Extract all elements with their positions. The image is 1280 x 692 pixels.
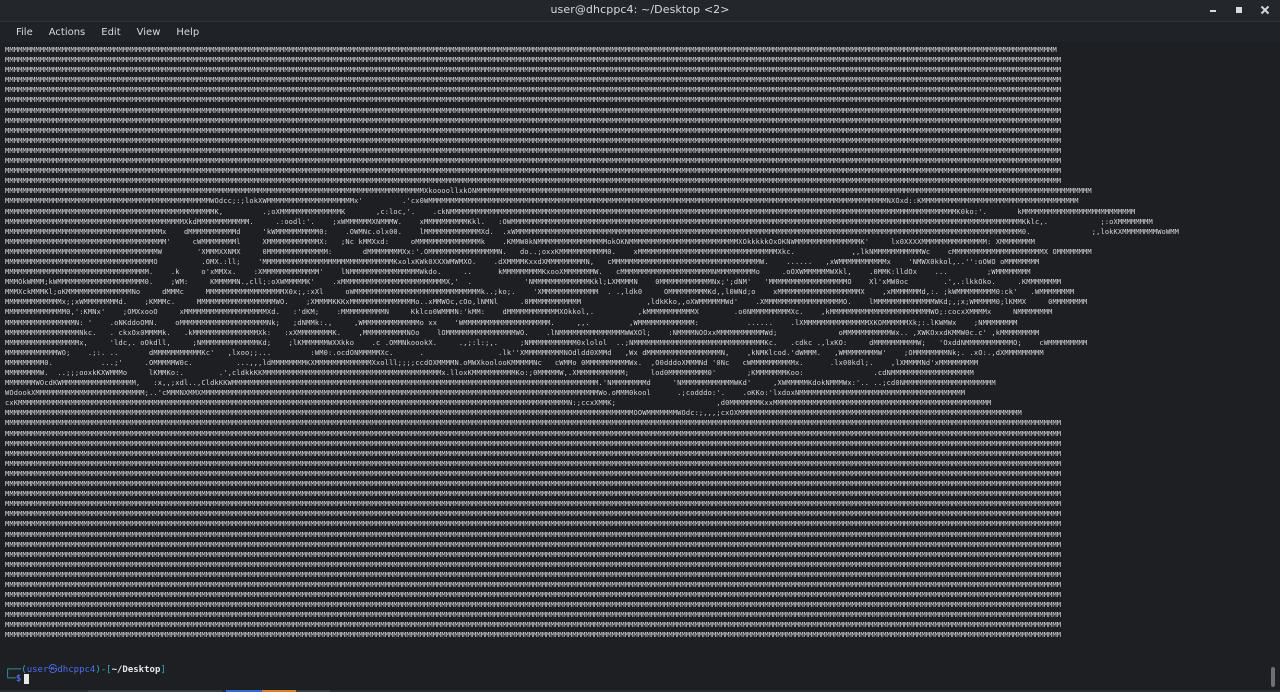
ascii-row: MMMMMMMMW. ..;;;ooxkKXWMMMo lKMMKo:. .',…: [5, 369, 974, 377]
ascii-row: MMMMMMMMMMMMMMMMMMMMMMMMMMMMMMMMM. .k o'…: [5, 268, 1031, 277]
prompt-close: ]: [160, 665, 166, 675]
prompt-mid: )-[: [95, 665, 112, 675]
ascii-row: MMMMMMMMMMMMMMMMMMMMMMMMMMMMMMMMMMMMMMMM…: [5, 197, 1079, 206]
ascii-row: MMMMMMMMMMMMMMMMMMMMMMMMMMMMMMMMMMMMMMMM…: [5, 116, 1062, 125]
ascii-art-output: MMMMMMMMMMMMMMMMMMMMMMMMMMMMMMMMMMMMMMMM…: [5, 45, 1179, 641]
minimize-icon: [1210, 10, 1216, 12]
ascii-row: MMMMMMMMMMMMMx;;xWMMMMMMMMd. ;KMMMc. MMM…: [5, 298, 1088, 307]
ascii-row: MMMMMMMMMMMMMMMMMMMMMMMMMMMMMMMMMMMMMMMM…: [5, 136, 1062, 145]
menu-actions[interactable]: Actions: [41, 27, 94, 38]
ascii-row: WOdookXMMMMMMMMMMMMMMMMMMMMMMMMM;..'cMMM…: [5, 389, 966, 398]
ascii-row: MMMMMMMMMMMMMMMMMMMMMMMMMMMMMMMMMMMMMMMM…: [5, 126, 1062, 135]
ascii-row: MMMMMMMMMMMMMMMMMMMMMMMMMMMMMMMMMMMMMMMM…: [5, 419, 1062, 428]
ascii-row: MMMMMMMMMMMMMMMMMMMMMMMMMMMMMMMMMMMMMMMM…: [5, 66, 1062, 75]
prompt-host: dhcppc4: [57, 665, 96, 675]
ascii-row: MMMMMMMMMMMMMMMMMMMMMMMMMMMMMMMMMMMMMMMM…: [5, 157, 1062, 166]
prompt-user: user: [26, 665, 49, 675]
menu-help[interactable]: Help: [168, 27, 207, 38]
prompt-corner: └─: [5, 674, 16, 684]
ascii-row: MMMMMMMMMMMMMMMMMMMMMMMMMMMMMMMMMMMMMMMM…: [5, 409, 1022, 418]
prompt-dollar: $: [15, 674, 22, 684]
ascii-row: MMMMMMMMMMMMMMMMMMMMMMMMMMMMMMMMMMMMMMMM…: [5, 560, 1062, 569]
ascii-row: MMMMMMMMMMMMMMMMMMMMMMMMMMMMMMMMMMMMMMMM…: [5, 520, 1062, 529]
close-icon: [1260, 5, 1270, 15]
ascii-row: MMMMMMMMMMMMMMMMMMMMMMMMMMMMMMMMMMMMMMMM…: [5, 621, 1062, 630]
ascii-row: cxKMMMMMMMMMMMMMMMMMMMMMMMMMMMMMMMMMMMMM…: [5, 399, 992, 408]
ascii-row: MMMMMMMMMMMMMMMMMMMMMMMMMMMMMMMMMMMMMMMM…: [5, 449, 1062, 458]
ascii-row: MMMMMMMMMMMMMMMMMMMMMMMMMMMMMMMMMMMMMMMM…: [5, 540, 1062, 549]
maximize-button[interactable]: [1232, 3, 1246, 17]
ascii-row: MMMMMMMMMMMMMMMMMMMMMMMMMMMMMMMMMMMMMMMM…: [5, 530, 1062, 539]
ascii-row: MMMMMMMMMMMMMMMMMMMMMMMMMMMMMMMMMMMMMMMM…: [5, 106, 1062, 115]
ascii-row: MMMMMMMMM0. ...;' .OMMMMMW0c. ...,,,ldMM…: [5, 358, 979, 367]
ascii-row: MMMMMMMMMMMMMMMMMMMMMMMMMMMMMMMMMMMMMMMM…: [5, 177, 1062, 186]
window-title: user@dhcppc4: ~/Desktop <2>: [550, 3, 730, 16]
ascii-row: MMMMMMMMMMMMMMMMMMMMMMMMMMMMMMMMMMMMMMMM…: [5, 631, 1062, 640]
vertical-scrollbar[interactable]: [1266, 42, 1280, 692]
ascii-row: MMMMMMMMMMMMMMMMMMMMMMMMMMMMMMMMMMMMMMMM…: [5, 207, 1136, 216]
menu-edit[interactable]: Edit: [93, 27, 128, 38]
terminal-output[interactable]: MMMMMMMMMMMMMMMMMMMMMMMMMMMMMMMMMMMMMMMM…: [0, 42, 1266, 692]
ascii-row: MMMMMMMMMMMMMMMMMMMMMMMMMMMMMMMMMMMMMMMM…: [5, 86, 1062, 95]
ascii-row: MMMMMMMMMMMMMMMMMMMMMMMMMMMMMMMMMMMMMMMM…: [5, 146, 1062, 155]
ascii-row: MMMMMMMMMMMMMMMMMNkc. . ckxOx0MMMMk. .kM…: [5, 328, 1040, 337]
ascii-row: MMMMMMMMMMMMMMMMMMMMMMMMMMMMMMMMMMMW 'XM…: [5, 247, 1092, 256]
ascii-row: MMMMMMMMMMMMMMMMN: ' .oNKddoOMN. oMMMMMM…: [5, 318, 1018, 327]
minimize-button[interactable]: [1206, 3, 1220, 17]
ascii-row: MMMMMMMMMMMMMMMMMMMMMMMMMMMMMMMMMMMMMMMM…: [5, 439, 1062, 448]
menubar: File Actions Edit View Help: [0, 22, 1280, 42]
window-controls: [1206, 3, 1272, 17]
ascii-row: MMMMMMMMMMMMMMMMMMMMMMMMMMMMMMMMMMMMMMMM…: [5, 46, 1057, 54]
ascii-row: MMMMMMMMMMMMMMMMMMMMMMMMMMMMMMMMMMMMMMMM…: [5, 187, 1092, 196]
ascii-row: MMMMMMMMMMMMMMMMMMMMMMMMMMMMMMMMMMMMMMMM…: [5, 570, 1062, 579]
ascii-row: MMMMMMMMMMMMMMMMMMMMMMMMMMMMMMMMMMMMMMMM…: [5, 510, 1062, 519]
ascii-row: MMMMMMMMMMMMMMMMMMMMMMMMMMMMMMMMMMMMM' c…: [5, 237, 1035, 246]
ascii-row: MMMMMMMMMMMMMMMMMMMMMMMMMMMMMMMMMMMMMMMM…: [5, 167, 1062, 176]
ascii-row: MMMMMMMMMMMMMMMMMMMMMMMMMMMMMMMMMMMMMMMM…: [5, 56, 1062, 65]
ascii-row: MMMMMMMMMMMMMMMMMMMMMMMMMMMMMMMMMMMMMMMM…: [5, 500, 1062, 509]
ascii-row: MMMMMMMMMMMMMMMMMx, 'ldc,. oOkdll, ;NMMM…: [5, 338, 1088, 347]
ascii-row: MMMMMMMMMMMMMM0,':KMNx' ;OMXxooO xMMMMMM…: [5, 308, 1053, 317]
ascii-row: MMMMMMMMMMMMMMMMMMMMMMMMMMMMMMMMMMMMMMMM…: [5, 429, 1062, 438]
ascii-row: MMMMMMMMMMMMMMMMMMMMMMMMMMMMMMMMMMMMMMMM…: [5, 611, 1062, 620]
prompt-line-2[interactable]: └─ $: [5, 674, 30, 684]
close-button[interactable]: [1258, 3, 1272, 17]
ascii-row: MMMMMMMMMMMMMMMMMMMMMMMMMMMMMMMMMMMMMMMM…: [5, 550, 1062, 559]
ascii-row: MMMMMMMMMMMMMMMMMMMMMMMMMMMMMMMMMMMMMMMM…: [5, 76, 1062, 85]
ascii-row: MMMMMMMMMMMMMMMMMMMMMMMMMMMMMMMMMMO .OMX…: [5, 257, 1040, 266]
maximize-icon: [1236, 7, 1242, 13]
ascii-row: MMMMMMMMMMMMMMMMMMMMMMMMMMMMMMMMMMMMMMMM…: [5, 591, 1062, 600]
ascii-row: MMMMMMMMMMMMMMMMMMMMMMMMMMMMMMMMMMMMMMMM…: [5, 580, 1062, 589]
scrollbar-thumb[interactable]: [1271, 667, 1275, 687]
ascii-row: MMMOkWMMM;kWMMMMMMMMMMMMMMMMMMMM0. ;WM: …: [5, 278, 1062, 287]
ascii-row: MMMMMMMMMMMMWO; .;:. .. dMMMMMMMMMMMKc' …: [5, 348, 1044, 357]
ascii-row: MMMMMMMWOcdKWMMMMMMMMMMMMMMMMM, :x,,;xdl…: [5, 379, 996, 388]
menu-file[interactable]: File: [8, 27, 41, 38]
ascii-row: MMMMMMMMMMMMMMMMMMMMMMMMMMMMMMMMMMMMMMMM…: [5, 601, 1062, 610]
ascii-row: MMMMMMMMMMMMMMMMMMMMMMMMMMMMMMMMMMMMMMMM…: [5, 469, 1062, 478]
ascii-row: MMMMMMMMMMMMMMMMMMMMMMMMMMMMMMMMMMMMx dM…: [5, 227, 1180, 236]
text-cursor: [24, 674, 30, 684]
ascii-row: MMMXckMMMKl;oKMMMMMMMMMMMMMMMNo dMMMc MM…: [5, 288, 1075, 297]
ascii-row: MMMMMMMMMMMMMMMMMMMMMMMMMMMMMMMMMMMMMMMM…: [5, 96, 1062, 105]
prompt-path: ~/Desktop: [111, 665, 161, 675]
ascii-row: MMMMMMMMMMMMMMMMMMMMMMMMMMMMMMMMMMMMMMMM…: [5, 459, 1062, 468]
ascii-row: MMMMMMMMMMMMMMMMMMMMMMMMMMMMMMMMMMMMMMMM…: [5, 217, 1153, 226]
menu-view[interactable]: View: [129, 27, 169, 38]
ascii-row: MMMMMMMMMMMMMMMMMMMMMMMMMMMMMMMMMMMMMMMM…: [5, 480, 1062, 489]
ascii-row: MMMMMMMMMMMMMMMMMMMMMMMMMMMMMMMMMMMMMMMM…: [5, 490, 1062, 499]
window-titlebar: user@dhcppc4: ~/Desktop <2>: [0, 0, 1280, 22]
